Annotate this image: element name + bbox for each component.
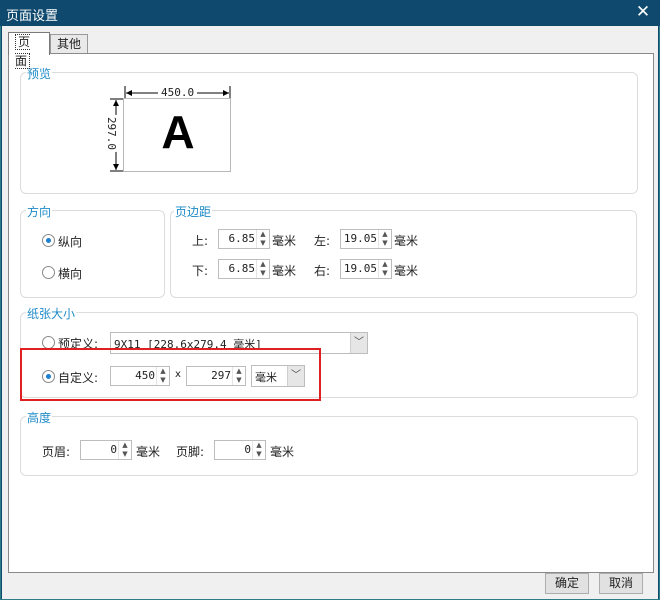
spin-up-icon[interactable]: ▲: [379, 230, 391, 239]
footer-unit: 毫米: [270, 445, 295, 459]
margin-left-label: 左:: [314, 234, 331, 248]
margin-right-value: 19.05: [343, 262, 377, 275]
margin-top-label: 上:: [192, 234, 209, 248]
portrait-radio[interactable]: [42, 234, 55, 247]
orientation-group-label: 方向: [26, 203, 53, 220]
header-input[interactable]: 0 ▲ ▼: [80, 440, 132, 460]
custom-radio[interactable]: [42, 370, 55, 383]
height-group-label: 高度: [26, 409, 53, 426]
footer-spinner[interactable]: ▲ ▼: [252, 441, 265, 459]
margin-top-value: 6.85: [228, 232, 256, 245]
spin-down-icon[interactable]: ▼: [379, 269, 391, 278]
margin-top-unit: 毫米: [272, 234, 297, 248]
spin-up-icon[interactable]: ▲: [119, 441, 131, 450]
margins-group: [170, 210, 637, 298]
margin-top-input[interactable]: 6.85 ▲ ▼: [218, 229, 270, 249]
custom-width-value: 450: [135, 369, 155, 382]
preview-sample-letter: A: [161, 106, 195, 158]
landscape-label[interactable]: 横向: [58, 265, 82, 282]
header-spinner[interactable]: ▲ ▼: [118, 441, 131, 459]
spin-up-icon[interactable]: ▲: [233, 367, 245, 376]
spin-up-icon[interactable]: ▲: [257, 260, 269, 269]
custom-height-value: 297: [211, 369, 231, 382]
spin-down-icon[interactable]: ▼: [257, 269, 269, 278]
tab-other-label: 其他: [57, 37, 82, 51]
custom-height-spinner[interactable]: ▲ ▼: [232, 367, 245, 385]
spin-down-icon[interactable]: ▼: [253, 450, 265, 459]
chevron-down-icon[interactable]: ﹀: [350, 333, 367, 353]
tab-other[interactable]: 其他: [50, 34, 88, 54]
margin-bottom-input[interactable]: 6.85 ▲ ▼: [218, 259, 270, 279]
spin-down-icon[interactable]: ▼: [257, 239, 269, 248]
tab-page-label: 页面: [15, 34, 31, 69]
margin-right-unit: 毫米: [394, 264, 419, 278]
unit-select[interactable]: 毫米 ﹀: [251, 365, 305, 387]
header-unit: 毫米: [136, 445, 161, 459]
footer-input[interactable]: 0 ▲ ▼: [214, 440, 266, 460]
spin-up-icon[interactable]: ▲: [253, 441, 265, 450]
margin-left-spinner[interactable]: ▲ ▼: [378, 230, 391, 248]
margin-bottom-spinner[interactable]: ▲ ▼: [256, 260, 269, 278]
header-value: 0: [110, 443, 117, 456]
custom-width-spinner[interactable]: ▲ ▼: [156, 367, 169, 385]
spin-down-icon[interactable]: ▼: [157, 376, 169, 385]
preview-height-label: 297.0: [105, 114, 119, 153]
margins-group-label: 页边距: [174, 203, 213, 220]
title-bar: 页面设置 ✕: [0, 0, 660, 26]
margin-bottom-value: 6.85: [228, 262, 256, 275]
margin-left-value: 19.05: [343, 232, 377, 245]
spin-up-icon[interactable]: ▲: [157, 367, 169, 376]
margin-left-input[interactable]: 19.05 ▲ ▼: [340, 229, 392, 249]
spin-down-icon[interactable]: ▼: [119, 450, 131, 459]
margin-right-spinner[interactable]: ▲ ▼: [378, 260, 391, 278]
margin-left-unit: 毫米: [394, 234, 419, 248]
margin-right-input[interactable]: 19.05 ▲ ▼: [340, 259, 392, 279]
size-separator: x: [175, 369, 181, 380]
spin-up-icon[interactable]: ▲: [257, 230, 269, 239]
ok-button[interactable]: 确定: [545, 573, 589, 594]
unit-value: 毫米: [255, 371, 277, 384]
window-title: 页面设置: [6, 9, 59, 24]
spin-down-icon[interactable]: ▼: [233, 376, 245, 385]
margin-bottom-label: 下:: [192, 264, 209, 278]
cancel-button[interactable]: 取消: [599, 573, 643, 594]
portrait-label[interactable]: 纵向: [58, 233, 82, 250]
margin-bottom-unit: 毫米: [272, 264, 297, 278]
spin-down-icon[interactable]: ▼: [379, 239, 391, 248]
margin-right-label: 右:: [314, 264, 331, 278]
preview-paper: A: [123, 98, 231, 172]
chevron-down-icon[interactable]: ﹀: [287, 366, 304, 386]
close-icon[interactable]: ✕: [634, 2, 652, 22]
orientation-group: [20, 210, 165, 298]
footer-value: 0: [244, 443, 251, 456]
custom-label[interactable]: 自定义:: [58, 369, 98, 386]
paper-size-group-label: 纸张大小: [26, 305, 77, 322]
footer-label: 页脚:: [176, 445, 205, 459]
spin-up-icon[interactable]: ▲: [379, 260, 391, 269]
custom-height-input[interactable]: 297 ▲ ▼: [186, 366, 246, 386]
margin-top-spinner[interactable]: ▲ ▼: [256, 230, 269, 248]
custom-width-input[interactable]: 450 ▲ ▼: [110, 366, 170, 386]
tab-page[interactable]: 页面: [8, 32, 50, 69]
landscape-radio[interactable]: [42, 266, 55, 279]
header-label: 页眉:: [42, 445, 71, 459]
